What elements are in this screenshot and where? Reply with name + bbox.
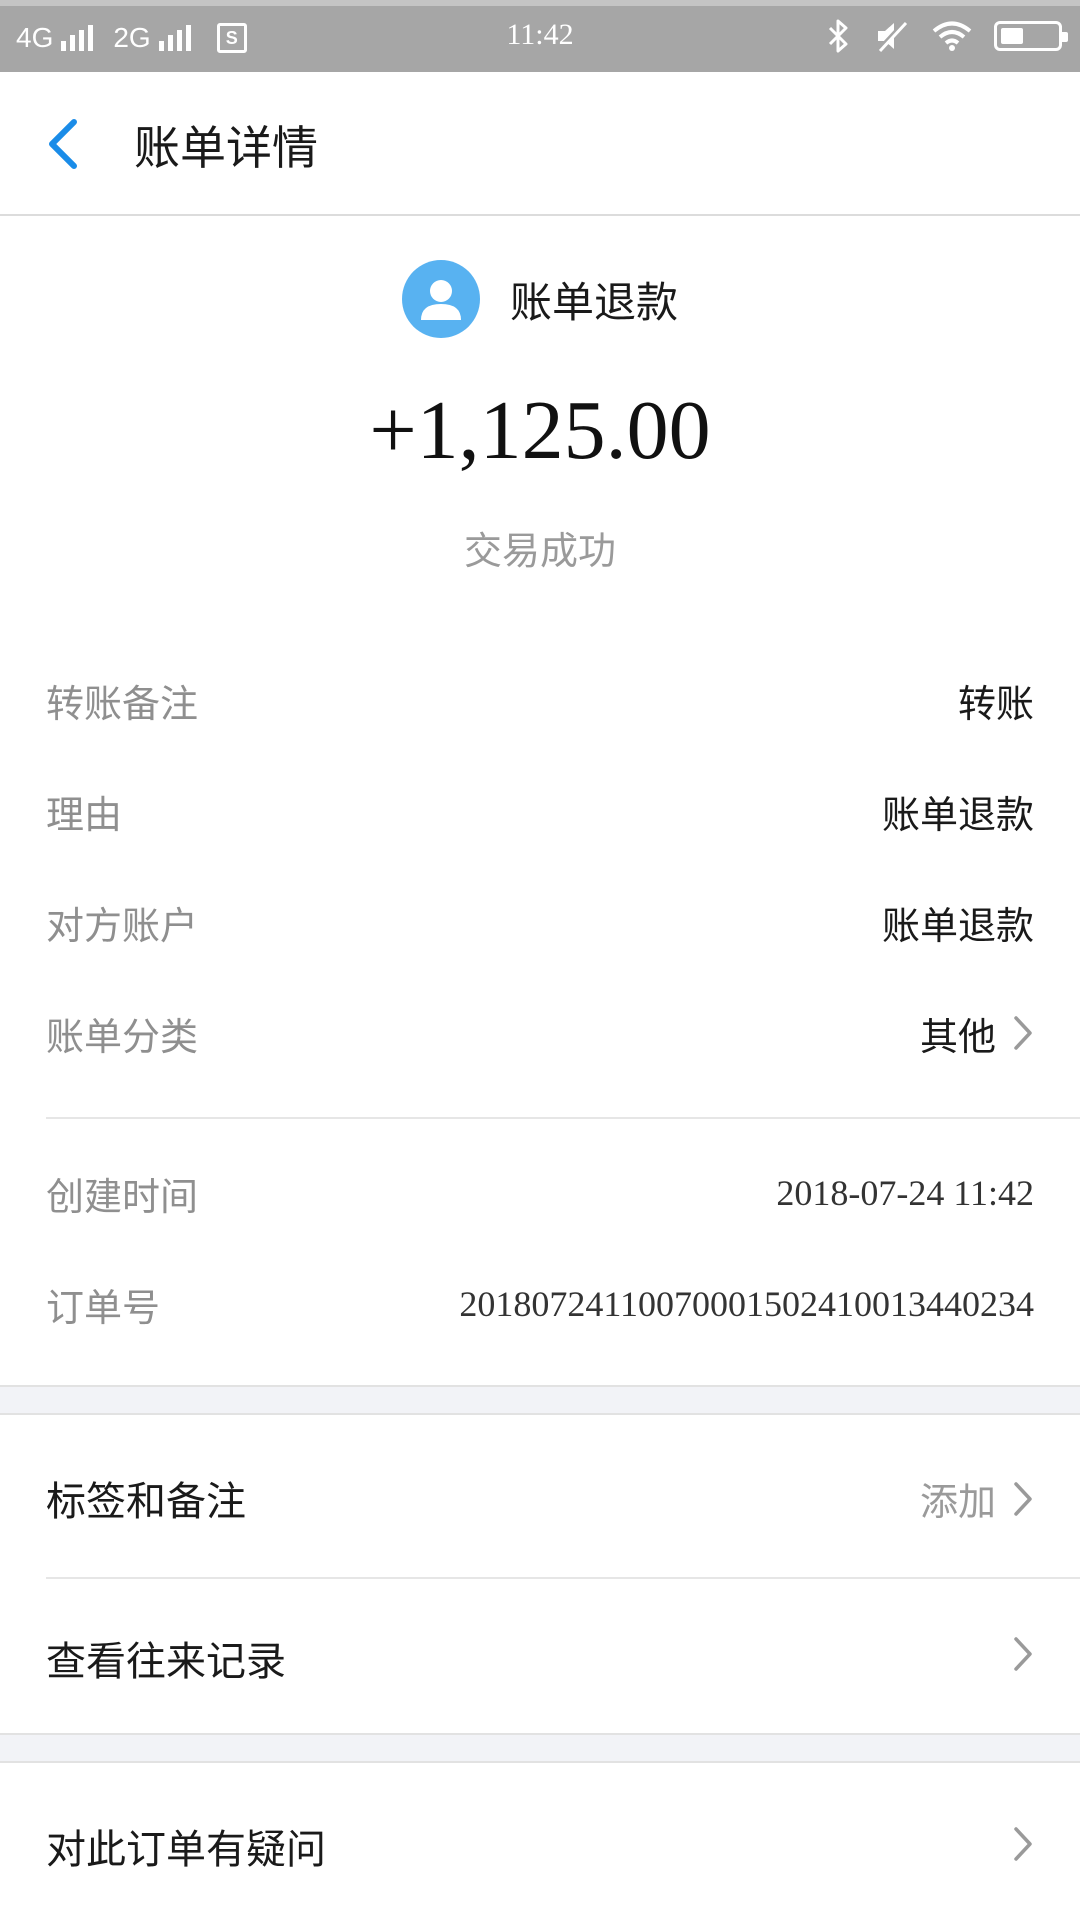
avatar	[401, 260, 480, 338]
cell-label: 查看往来记录	[46, 1639, 286, 1685]
detail-value: 账单退款	[881, 903, 1034, 948]
bluetooth-icon	[828, 19, 848, 53]
system-icons	[802, 16, 1068, 56]
add-hint: 添加	[919, 1480, 996, 1524]
detail-label: 转账备注	[46, 681, 199, 726]
cell-label: 标签和备注	[46, 1479, 246, 1525]
transaction-status: 交易成功	[463, 529, 616, 573]
chevron-right-icon	[1014, 1637, 1032, 1671]
cell-label: 对此订单有疑问	[46, 1827, 326, 1873]
order-number: 20180724110070001502410013440234	[459, 1284, 1034, 1324]
detail-value: 其他	[919, 1014, 996, 1059]
transaction-amount: +1,125.00	[369, 384, 711, 477]
divider	[46, 1117, 1080, 1119]
chevron-right-icon	[1014, 1827, 1032, 1861]
wifi-icon	[932, 21, 972, 51]
chevron-right-icon	[1014, 1481, 1032, 1516]
back-button[interactable]	[44, 116, 100, 172]
nav-bar: 账单详情	[0, 72, 1080, 216]
detail-label: 订单号	[46, 1285, 161, 1330]
detail-row-reason: 理由 账单退款	[46, 781, 1034, 841]
detail-row-order-number: 订单号 20180724110070001502410013440234	[46, 1274, 1034, 1334]
detail-label: 创建时间	[46, 1174, 199, 1219]
detail-value: 账单退款	[881, 792, 1034, 837]
status-bar: 4G 2G S 11:42	[0, 0, 1080, 72]
view-records-cell[interactable]: 查看往来记录	[0, 1579, 1080, 1733]
payee-name: 账单退款	[509, 277, 678, 327]
status-bar-top-edge	[0, 0, 1080, 6]
order-question-cell[interactable]: 对此订单有疑问	[0, 1763, 1080, 1920]
detail-label: 理由	[46, 792, 123, 837]
chevron-right-icon	[1014, 1016, 1032, 1050]
category-value[interactable]: 其他	[920, 1006, 1034, 1061]
page-title: 账单详情	[134, 121, 318, 175]
detail-value: 转账	[957, 681, 1034, 726]
user-icon	[420, 280, 461, 320]
detail-row-category[interactable]: 账单分类 其他	[46, 1003, 1034, 1063]
payee-header: 账单退款	[0, 260, 1080, 338]
detail-label: 对方账户	[46, 903, 199, 948]
detail-row-remark: 转账备注 转账	[46, 670, 1034, 730]
detail-value: 2018-07-24 11:42	[776, 1173, 1034, 1213]
detail-row-counterparty: 对方账户 账单退款	[46, 892, 1034, 952]
tags-and-notes-cell[interactable]: 标签和备注 添加	[0, 1415, 1080, 1577]
section-separator	[0, 1385, 1080, 1415]
detail-row-created-time: 创建时间 2018-07-24 11:42	[46, 1163, 1034, 1223]
battery-icon	[994, 21, 1068, 51]
chevron-left-icon	[49, 119, 77, 169]
mute-icon	[876, 19, 908, 53]
section-separator	[0, 1733, 1080, 1763]
detail-label: 账单分类	[46, 1014, 199, 1059]
